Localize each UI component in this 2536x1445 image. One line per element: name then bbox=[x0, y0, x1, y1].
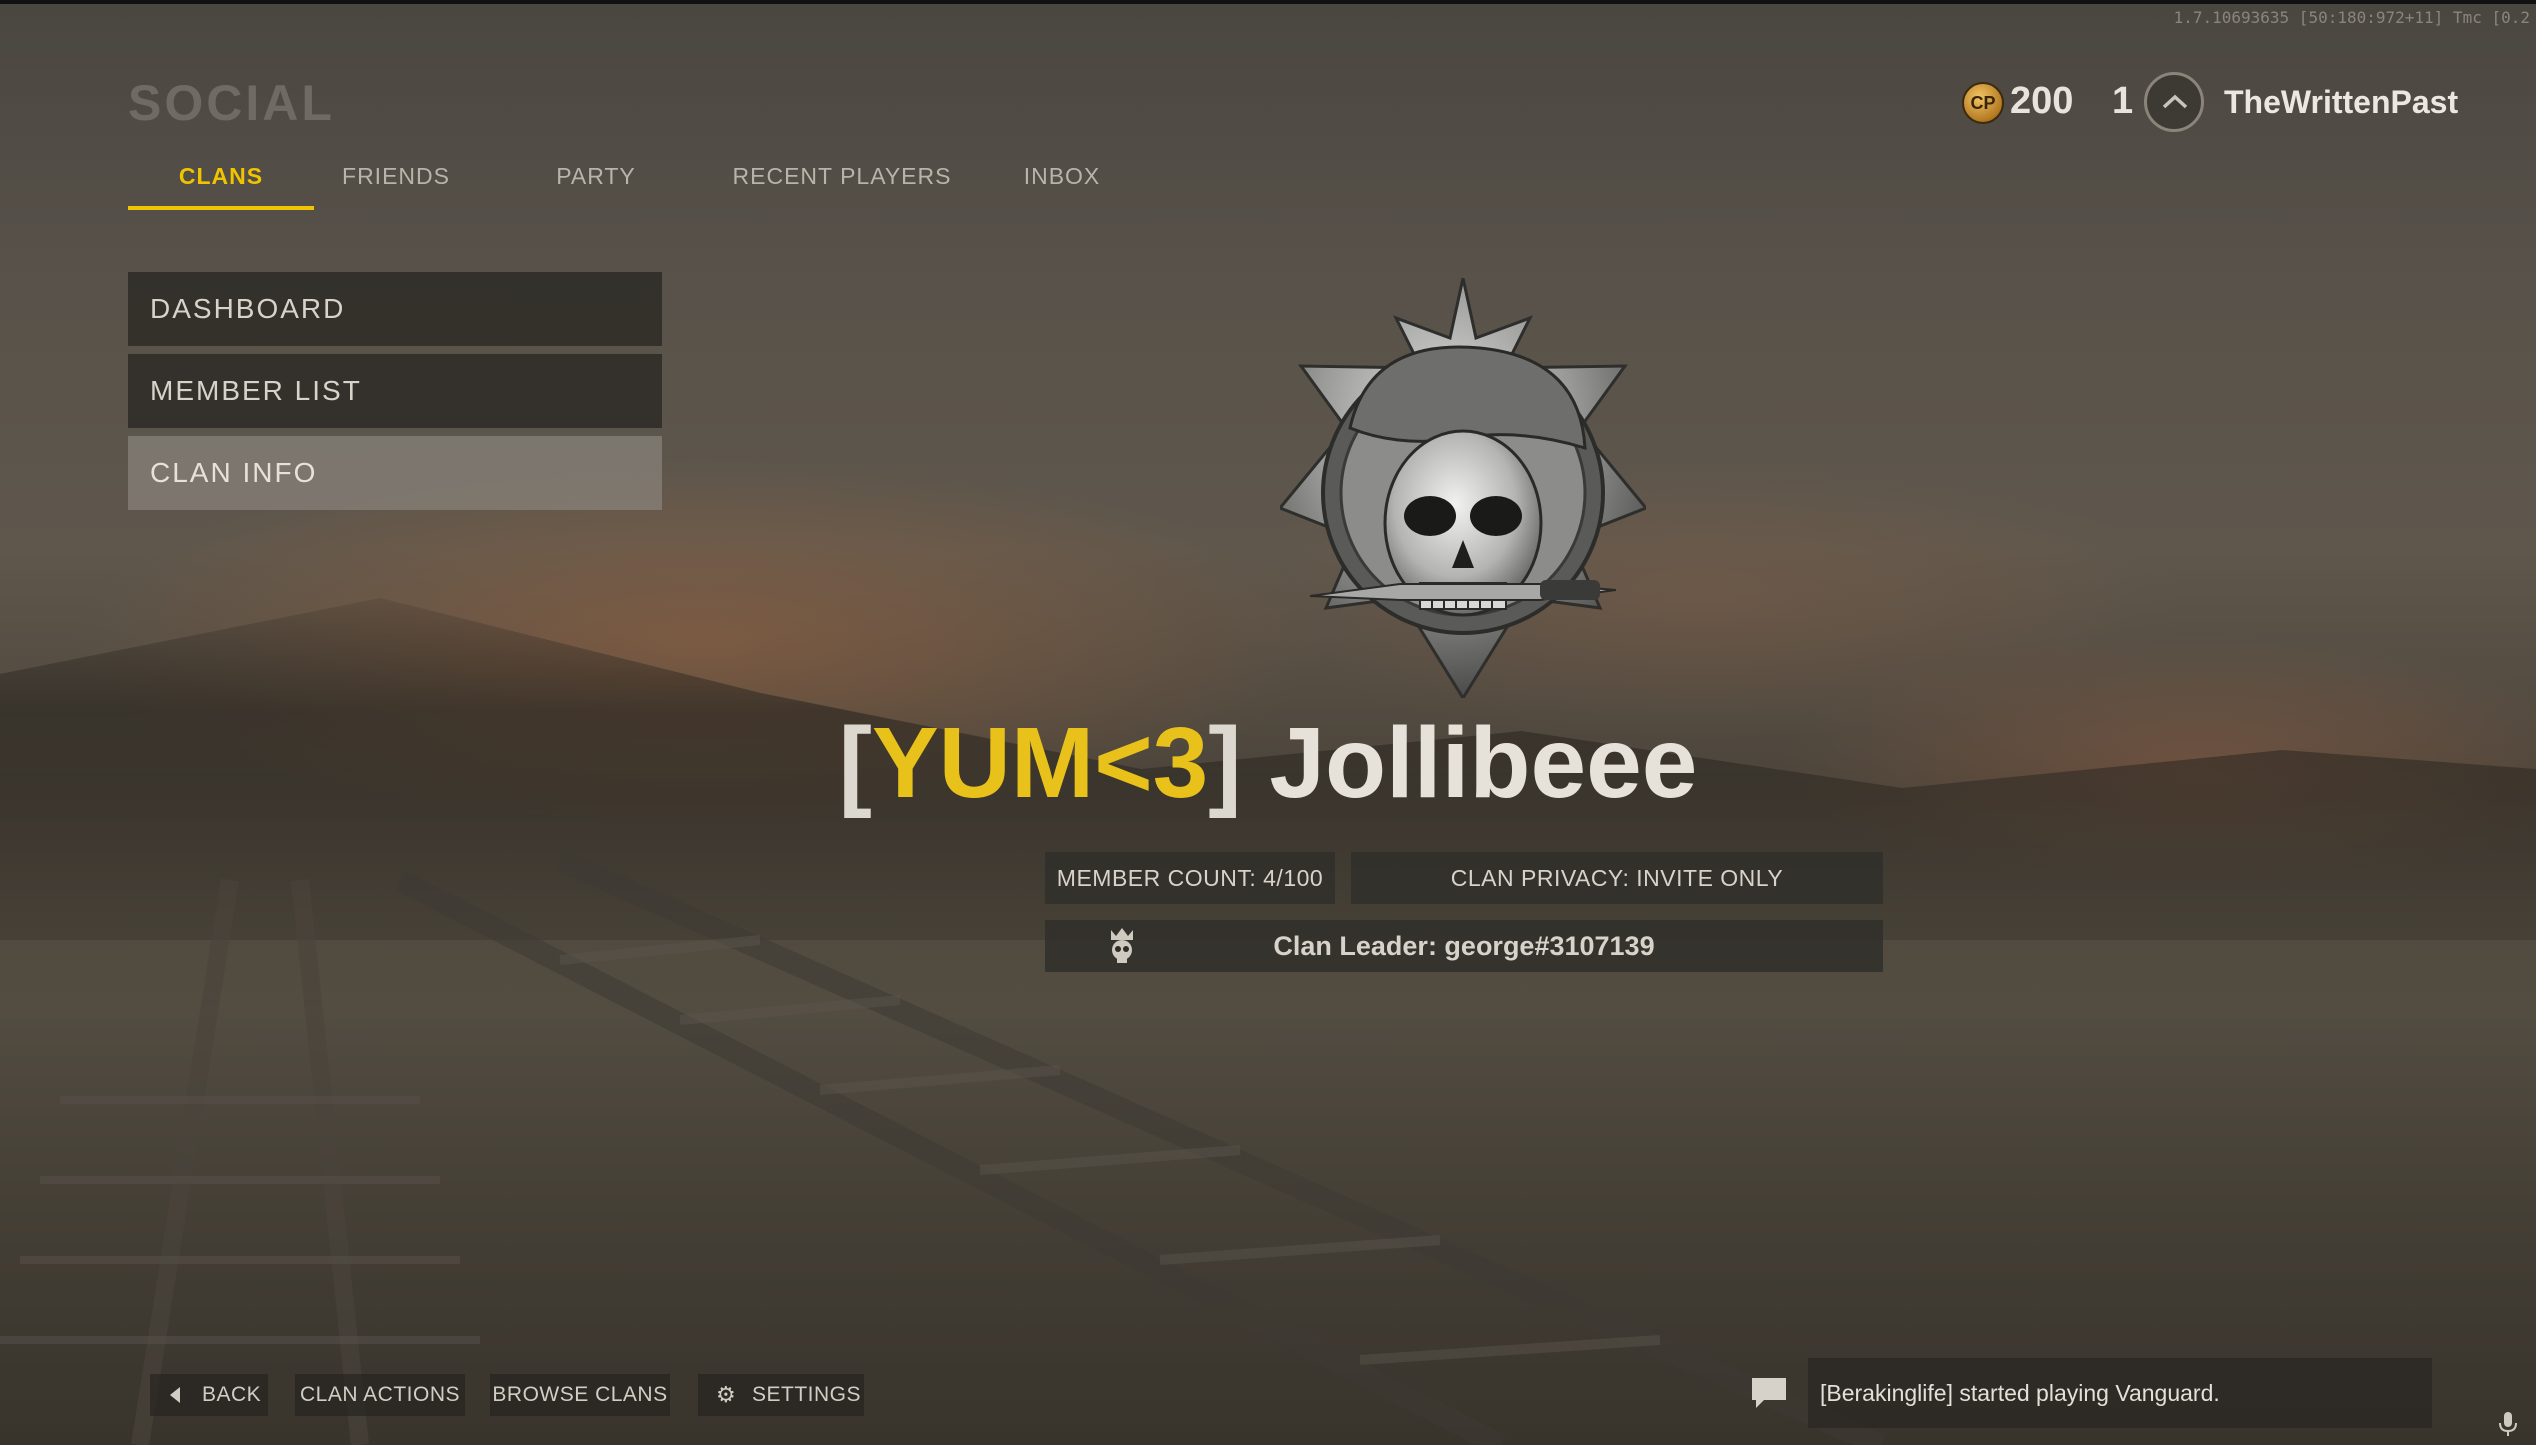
cod-points-icon: CP bbox=[1962, 82, 2004, 124]
clan-privacy-badge: CLAN PRIVACY: INVITE ONLY bbox=[1351, 852, 1883, 904]
back-arrow-icon bbox=[170, 1387, 180, 1403]
tab-recent-players[interactable]: RECENT PLAYERS bbox=[728, 158, 956, 206]
player-header: CP 200 1 TheWrittenPast bbox=[1962, 68, 2536, 138]
chat-bubble-icon bbox=[1752, 1378, 1786, 1408]
notification-toast: [Berakinglife] started playing Vanguard. bbox=[1808, 1358, 2432, 1428]
sidebar-item-dashboard[interactable]: DASHBOARD bbox=[128, 272, 662, 346]
clan-tag: YUM<3 bbox=[871, 707, 1209, 819]
settings-label: SETTINGS bbox=[752, 1383, 862, 1406]
back-label: BACK bbox=[202, 1383, 262, 1406]
clan-leader-bar: Clan Leader: george#3107139 bbox=[1045, 920, 1883, 972]
tab-friends[interactable]: FRIENDS bbox=[328, 158, 464, 206]
clan-tag-bracket-open: [ bbox=[838, 707, 872, 819]
clan-name: Jollibeee bbox=[1269, 707, 1698, 819]
build-version-text: 1.7.10693635 [50:180:972+11] Tmc [0.2 bbox=[2173, 8, 2530, 27]
skull-beret-emblem-icon bbox=[1280, 278, 1646, 698]
cod-points-amount: 200 bbox=[2010, 80, 2074, 122]
settings-button[interactable]: ⚙ SETTINGS bbox=[698, 1374, 864, 1416]
page-title: SOCIAL bbox=[128, 75, 335, 131]
player-level: 1 bbox=[2112, 80, 2134, 122]
back-button[interactable]: BACK bbox=[150, 1374, 268, 1416]
clan-leader-text: Clan Leader: george#3107139 bbox=[1273, 931, 1655, 961]
tab-inbox[interactable]: INBOX bbox=[1008, 158, 1116, 206]
sidebar-item-member-list[interactable]: MEMBER LIST bbox=[128, 354, 662, 428]
tab-party[interactable]: PARTY bbox=[540, 158, 652, 206]
gear-icon: ⚙ bbox=[716, 1382, 737, 1407]
player-username[interactable]: TheWrittenPast bbox=[2224, 84, 2458, 121]
browse-clans-button[interactable]: BROWSE CLANS bbox=[490, 1374, 670, 1416]
top-border bbox=[0, 0, 2536, 4]
microphone-icon bbox=[2499, 1412, 2517, 1436]
member-count-badge: MEMBER COUNT: 4/100 bbox=[1045, 852, 1335, 904]
sidebar-item-clan-info[interactable]: CLAN INFO bbox=[128, 436, 662, 510]
rank-icon bbox=[2144, 72, 2204, 132]
clan-title: [YUM<3] Jollibeee bbox=[0, 706, 2536, 821]
clan-tag-bracket-close: ] bbox=[1208, 707, 1242, 819]
clan-actions-button[interactable]: CLAN ACTIONS bbox=[295, 1374, 465, 1416]
clan-side-menu: DASHBOARD MEMBER LIST CLAN INFO bbox=[128, 272, 662, 518]
tab-clans[interactable]: CLANS bbox=[128, 158, 314, 210]
